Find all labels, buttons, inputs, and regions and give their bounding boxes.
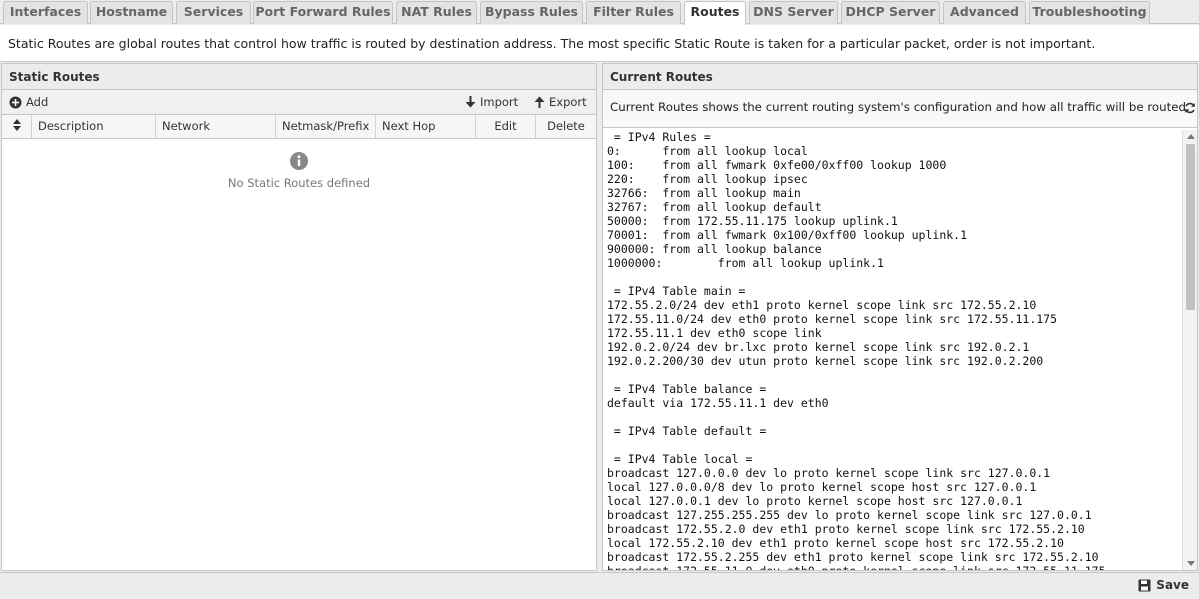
tab-dhcp-server[interactable]: DHCP Server xyxy=(841,1,940,24)
route-line xyxy=(607,270,1179,284)
route-line: 220: from all lookup ipsec xyxy=(607,172,808,186)
sort-column[interactable] xyxy=(2,115,32,138)
route-line: local 127.0.0.0/8 dev lo proto kernel sc… xyxy=(607,480,1037,494)
route-line: 900000: from all lookup balance xyxy=(607,242,822,256)
route-line: = IPv4 Rules = xyxy=(607,130,711,144)
route-line: = IPv4 Table balance = xyxy=(607,382,767,396)
tab-bypass-rules[interactable]: Bypass Rules xyxy=(480,1,583,24)
route-line: 1000000: from all lookup uplink.1 xyxy=(607,256,884,270)
current-routes-description-row: Current Routes shows the current routing… xyxy=(603,90,1197,128)
scroll-down-icon[interactable] xyxy=(1187,561,1195,566)
route-line: local 172.55.2.10 dev eth1 proto kernel … xyxy=(607,536,1064,550)
column-delete: Delete xyxy=(547,119,585,133)
floppy-disk-icon xyxy=(1138,579,1151,591)
static-routes-title: Static Routes xyxy=(2,64,596,90)
info-banner: Static Routes are global routes that con… xyxy=(0,25,1199,62)
route-line: default via 172.55.11.1 dev eth0 xyxy=(607,396,829,410)
column-description[interactable]: Description xyxy=(32,115,156,138)
route-line: 192.0.2.0/24 dev br.lxc proto kernel sco… xyxy=(607,340,1030,354)
tab-dns-server[interactable]: DNS Server xyxy=(749,1,838,24)
scroll-up-icon[interactable] xyxy=(1187,134,1195,139)
import-button-label: Import xyxy=(480,95,519,109)
export-button[interactable]: Export xyxy=(534,95,587,109)
route-line: broadcast 127.0.0.0 dev lo proto kernel … xyxy=(607,466,1051,480)
static-routes-panel: Static Routes Add Import Export Descript… xyxy=(1,63,597,571)
route-line: broadcast 127.255.255.255 dev lo proto k… xyxy=(607,508,1092,522)
tab-hostname[interactable]: Hostname xyxy=(90,1,173,24)
route-line: broadcast 172.55.2.0 dev eth1 proto kern… xyxy=(607,522,1085,536)
empty-state: No Static Routes defined xyxy=(2,152,596,190)
add-button-label: Add xyxy=(26,95,49,109)
route-line: 70001: from all fwmark 0x100/0xff00 look… xyxy=(607,228,968,242)
route-line: broadcast 172.55.2.255 dev eth1 proto ke… xyxy=(607,550,1099,564)
route-line: 172.55.11.0/24 dev eth0 proto kernel sco… xyxy=(607,312,1058,326)
route-line: 172.55.11.1 dev eth0 scope link xyxy=(607,326,822,340)
route-line: = IPv4 Table main = xyxy=(607,284,746,298)
route-line: = IPv4 Table local = xyxy=(607,452,753,466)
add-button[interactable]: Add xyxy=(9,95,48,109)
current-routes-description: Current Routes shows the current routing… xyxy=(610,100,1190,114)
column-network[interactable]: Network xyxy=(156,115,276,138)
route-line: 192.0.2.200/30 dev utun proto kernel sco… xyxy=(607,354,1044,368)
tab-port-forward-rules[interactable]: Port Forward Rules xyxy=(253,1,393,24)
route-line: 0: from all lookup local xyxy=(607,144,808,158)
arrow-down-icon xyxy=(465,96,476,108)
static-routes-table-header: Description Network Netmask/Prefix Next … xyxy=(2,115,596,139)
route-line xyxy=(607,410,1179,424)
sort-icon xyxy=(12,119,21,131)
tab-advanced[interactable]: Advanced xyxy=(943,1,1026,24)
column-netmask-prefix[interactable]: Netmask/Prefix xyxy=(276,115,376,138)
current-routes-panel: Current Routes Current Routes shows the … xyxy=(602,63,1198,571)
tab-routes[interactable]: Routes xyxy=(684,1,746,25)
route-line: 32767: from all lookup default xyxy=(607,200,822,214)
export-button-label: Export xyxy=(549,95,587,109)
route-line: = IPv4 Table default = xyxy=(607,424,767,438)
route-line: 100: from all fwmark 0xfe00/0xff00 looku… xyxy=(607,158,947,172)
route-line xyxy=(607,438,1179,452)
current-routes-title: Current Routes xyxy=(603,64,1197,90)
import-button[interactable]: Import xyxy=(465,95,518,109)
empty-message: No Static Routes defined xyxy=(227,176,371,190)
route-line: 50000: from 172.55.11.175 lookup uplink.… xyxy=(607,214,898,228)
tab-interfaces[interactable]: Interfaces xyxy=(3,1,88,24)
route-line: local 127.0.0.1 dev lo proto kernel scop… xyxy=(607,494,1023,508)
refresh-icon[interactable] xyxy=(1184,102,1196,114)
arrow-up-icon xyxy=(534,96,545,108)
info-icon xyxy=(290,152,308,170)
route-line: 172.55.2.0/24 dev eth1 proto kernel scop… xyxy=(607,298,1037,312)
tab-bar: Interfaces Hostname Services Port Forwar… xyxy=(0,0,1199,25)
scroll-thumb[interactable] xyxy=(1186,144,1195,310)
tab-nat-rules[interactable]: NAT Rules xyxy=(396,1,477,24)
routes-text: = IPv4 Rules = 0: from all lookup local 10… xyxy=(607,130,1179,570)
tab-services[interactable]: Services xyxy=(176,1,251,24)
column-next-hop[interactable]: Next Hop xyxy=(376,115,476,138)
bottom-bar: Save xyxy=(0,572,1199,599)
plus-circle-icon xyxy=(9,96,22,108)
tab-filter-rules[interactable]: Filter Rules xyxy=(586,1,681,24)
routes-scrollbar[interactable] xyxy=(1182,130,1197,570)
route-line xyxy=(607,368,1179,382)
route-line: broadcast 172.55.11.0 dev eth0 proto ker… xyxy=(607,564,1179,570)
save-button-label: Save xyxy=(1156,578,1189,592)
save-button[interactable]: Save xyxy=(1138,578,1189,592)
static-routes-toolbar: Add Import Export xyxy=(2,90,596,115)
tab-troubleshooting[interactable]: Troubleshooting xyxy=(1029,1,1150,24)
column-edit: Edit xyxy=(476,115,536,138)
routes-output[interactable]: = IPv4 Rules = 0: from all lookup local 10… xyxy=(603,130,1197,570)
route-line: 32766: from all lookup main xyxy=(607,186,801,200)
